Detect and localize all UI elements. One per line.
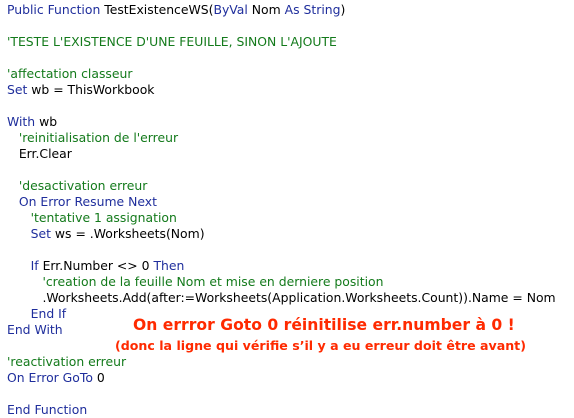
comment-token: 'desactivation erreur: [7, 178, 148, 193]
code-line: If Err.Number <> 0 Then: [7, 258, 185, 274]
code-line: End With: [7, 322, 63, 338]
keyword-token: With: [7, 114, 40, 129]
keyword-token: On Error Resume Next: [7, 194, 157, 209]
comment-token: 'TESTE L'EXISTENCE D'UNE FEUILLE, SINON …: [7, 34, 337, 49]
code-line: Err.Clear: [7, 146, 72, 162]
code-token: Nom: [251, 2, 285, 17]
code-token: wb = ThisWorkbook: [31, 82, 155, 97]
code-line: 'reinitialisation de l'erreur: [7, 130, 178, 146]
code-line: Set ws = .Worksheets(Nom): [7, 226, 205, 242]
keyword-token: On Error GoTo: [7, 370, 97, 385]
keyword-token: Set: [7, 226, 55, 241]
code-line: On Error Resume Next: [7, 194, 157, 210]
code-token: ): [340, 2, 346, 17]
code-token: ws = .Worksheets(Nom): [54, 226, 205, 241]
keyword-token: End If: [7, 306, 67, 321]
keyword-token: End With: [7, 322, 63, 337]
comment-token: 'tentative 1 assignation: [7, 210, 177, 225]
keyword-token: Public Function: [7, 2, 105, 17]
code-token: wb: [39, 114, 58, 129]
keyword-token: ByVal: [213, 2, 252, 17]
code-token: TestExistenceWS(: [104, 2, 214, 17]
code-line: 'desactivation erreur: [7, 178, 148, 194]
code-line: End If: [7, 306, 67, 322]
code-token: Err.Clear: [7, 146, 72, 161]
code-editor[interactable]: Public Function TestExistenceWS(ByVal No…: [0, 0, 574, 417]
comment-token: 'creation de la feuille Nom et mise en d…: [7, 274, 384, 289]
keyword-token: As String: [284, 2, 341, 17]
code-line: Set wb = ThisWorkbook: [7, 82, 154, 98]
comment-token: 'reinitialisation de l'erreur: [7, 130, 179, 145]
code-line: 'TESTE L'EXISTENCE D'UNE FEUILLE, SINON …: [7, 34, 337, 50]
code-line: 'reactivation erreur: [7, 354, 126, 370]
code-line: 'tentative 1 assignation: [7, 210, 177, 226]
keyword-token: If: [7, 258, 43, 273]
comment-token: 'reactivation erreur: [7, 354, 127, 369]
comment-token: 'affectation classeur: [7, 66, 133, 81]
code-token: 0: [96, 370, 105, 385]
code-line: 'creation de la feuille Nom et mise en d…: [7, 274, 383, 290]
keyword-token: Then: [153, 258, 185, 273]
code-line: 'affectation classeur: [7, 66, 132, 82]
code-line: On Error GoTo 0: [7, 370, 105, 386]
code-line: End Function: [7, 402, 87, 418]
code-token: Err.Number <> 0: [42, 258, 154, 273]
keyword-token: End Function: [7, 402, 88, 417]
code-token: .Worksheets.Add(after:=Worksheets(Applic…: [7, 290, 556, 305]
code-line: Public Function TestExistenceWS(ByVal No…: [7, 2, 345, 18]
code-line: With wb: [7, 114, 57, 130]
code-line: .Worksheets.Add(after:=Worksheets(Applic…: [7, 290, 556, 306]
keyword-token: Set: [7, 82, 32, 97]
